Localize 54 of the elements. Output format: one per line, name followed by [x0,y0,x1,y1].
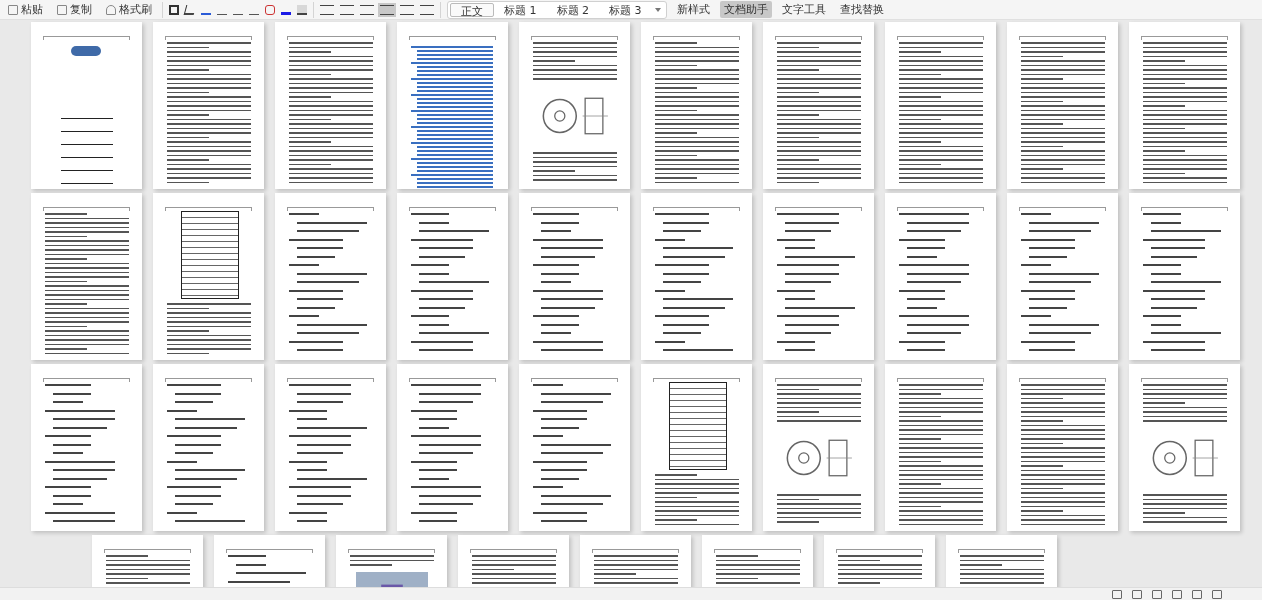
page-thumbnail[interactable] [763,22,874,189]
align-icon[interactable] [360,4,374,15]
copy-icon [57,4,67,15]
highlight-icon[interactable] [297,4,307,15]
page-thumbnail[interactable] [641,193,752,360]
page-thumbnail[interactable] [885,22,996,189]
paste-button[interactable]: 粘贴 [4,1,47,18]
page-thumbnail[interactable] [397,22,508,189]
page-thumbnail[interactable] [31,193,142,360]
align-icon[interactable] [380,4,394,15]
align-icon[interactable] [420,4,434,15]
toolbar-button[interactable]: 文档助手 [719,1,772,18]
page-thumbnail[interactable] [1129,364,1240,531]
page-thumbnail[interactable] [885,364,996,531]
page-thumbnail[interactable] [519,22,630,189]
page-thumbnail[interactable] [153,22,264,189]
page-thumbnail[interactable] [641,364,752,531]
page-thumbnail[interactable] [885,193,996,360]
page-thumbnail[interactable] [763,193,874,360]
page-thumbnail[interactable] [1129,193,1240,360]
clipboard-icon [8,4,18,15]
page-thumbnail[interactable] [153,364,264,531]
style-option[interactable]: 标题 2 [546,2,599,17]
brush-button[interactable]: 格式刷 [102,1,156,18]
toolbar-button[interactable]: 文字工具 [777,1,830,18]
page-icon[interactable] [1152,590,1162,599]
page-thumbnail[interactable] [275,364,386,531]
page-thumbnail[interactable] [1129,22,1240,189]
align-icon[interactable] [320,4,334,15]
page-thumbnail[interactable] [519,193,630,360]
toolbar-button[interactable]: 新样式 [672,1,714,18]
page-thumbnail[interactable] [1007,364,1118,531]
page-thumbnail[interactable] [31,364,142,531]
copy-button[interactable]: 复制 [53,1,96,18]
toolbar-button[interactable]: 查找替换 [835,1,888,18]
page-thumbnail[interactable] [519,364,630,531]
align-icon[interactable] [340,4,354,15]
page-thumbnail[interactable] [397,193,508,360]
caret-icon[interactable] [654,7,661,12]
page-thumbnail[interactable] [641,22,752,189]
page-thumbnail[interactable] [763,364,874,531]
style-option[interactable]: 正文 [450,2,494,17]
page-thumbnail[interactable] [275,193,386,360]
page-thumbnail[interactable] [275,22,386,189]
page-thumbnail[interactable] [1007,193,1118,360]
page-thumbnail[interactable] [1007,22,1118,189]
page-thumbnail[interactable] [397,364,508,531]
eraser-icon[interactable] [265,4,275,15]
style-option[interactable]: 标题 3 [599,2,652,17]
bold-icon[interactable] [169,4,179,15]
page-thumbnail[interactable] [31,22,142,189]
page-thumbnail[interactable] [153,193,264,360]
align-icon[interactable] [400,4,414,15]
style-option[interactable]: 标题 1 [494,2,547,17]
